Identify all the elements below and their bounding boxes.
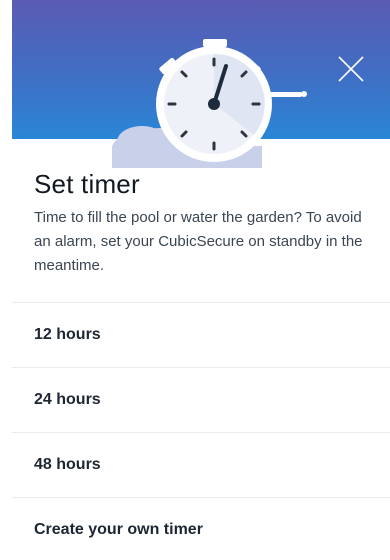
timer-options-list: 12 hours 24 hours 48 hours Create your o… <box>12 302 390 560</box>
page-title: Set timer <box>34 169 140 199</box>
close-button[interactable] <box>336 54 366 84</box>
dialog-header <box>12 0 390 168</box>
option-label: 48 hours <box>34 456 101 473</box>
option-48-hours[interactable]: 48 hours <box>12 432 390 497</box>
option-label: 12 hours <box>34 326 101 343</box>
stopwatch-icon <box>112 39 307 168</box>
dialog-body: Set timer Time to fill the pool or water… <box>34 168 374 278</box>
option-label: 24 hours <box>34 391 101 408</box>
close-icon <box>338 56 364 82</box>
option-24-hours[interactable]: 24 hours <box>12 367 390 432</box>
option-label: Create your own timer <box>34 521 203 538</box>
description-text: Time to fill the pool or water the garde… <box>34 209 363 274</box>
option-12-hours[interactable]: 12 hours <box>12 302 390 367</box>
option-custom-timer[interactable]: Create your own timer <box>12 497 390 560</box>
